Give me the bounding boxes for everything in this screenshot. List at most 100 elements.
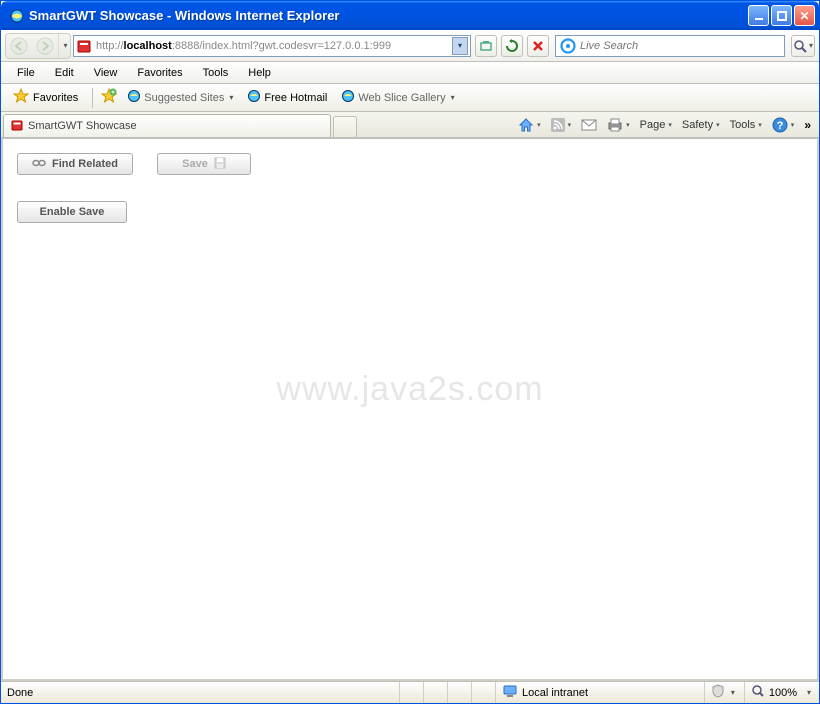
tab-bar: SmartGWT Showcase ▾ ▾ ▾ Page ▾: [1, 112, 819, 138]
find-related-label: Find Related: [52, 158, 118, 170]
address-bar[interactable]: http://localhost:8888/index.html?gwt.cod…: [73, 35, 471, 57]
tools-menu[interactable]: Tools ▾: [726, 119, 766, 131]
url-path: :8888/index.html?gwt.codesvr=127.0.0.1:9…: [172, 40, 391, 52]
nav-history-dropdown[interactable]: ▾: [58, 34, 70, 58]
protected-mode[interactable]: ▾: [704, 682, 744, 703]
watermark-text: www.java2s.com: [276, 370, 543, 409]
forward-button[interactable]: [32, 34, 58, 58]
zoom-control[interactable]: 100% ▾: [744, 682, 819, 703]
status-pad-1: [399, 682, 423, 703]
suggested-sites-link[interactable]: Suggested Sites ▾: [123, 87, 237, 108]
chevron-down-icon: ▾: [791, 121, 795, 129]
compat-view-button[interactable]: [475, 35, 497, 57]
menu-help[interactable]: Help: [240, 65, 279, 81]
bing-icon: [560, 38, 576, 54]
menu-favorites[interactable]: Favorites: [129, 65, 190, 81]
zoom-icon: [751, 684, 765, 701]
help-button[interactable]: ? ▾: [768, 117, 799, 133]
page-favicon-icon: [76, 38, 92, 54]
favorites-label: Favorites: [33, 92, 78, 104]
home-button[interactable]: ▾: [514, 117, 545, 133]
status-pad-2: [423, 682, 447, 703]
minimize-button[interactable]: [748, 5, 769, 26]
save-button[interactable]: Save: [157, 153, 251, 175]
search-box[interactable]: [555, 35, 785, 57]
menu-tools[interactable]: Tools: [195, 65, 237, 81]
zoom-value: 100%: [769, 687, 797, 699]
search-input[interactable]: [580, 40, 780, 52]
ie-logo-icon: [9, 8, 25, 24]
status-bar: Done Local intranet ▾ 100% ▾: [1, 681, 819, 703]
chevron-down-icon: ▾: [731, 688, 735, 697]
chevron-down-icon: ▾: [537, 121, 541, 129]
enable-save-label: Enable Save: [40, 206, 105, 218]
save-label: Save: [182, 158, 208, 170]
chevron-down-icon: ▾: [229, 93, 233, 102]
menu-view[interactable]: View: [86, 65, 126, 81]
computer-icon: [502, 684, 518, 701]
status-text: Done: [1, 682, 399, 703]
toolbar-overflow-button[interactable]: »: [800, 118, 815, 132]
new-tab-button[interactable]: [333, 116, 357, 137]
ie-page-icon: [341, 89, 355, 106]
status-done-label: Done: [7, 687, 33, 699]
ie-page-icon: [127, 89, 141, 106]
enable-save-button[interactable]: Enable Save: [17, 201, 127, 223]
read-mail-button[interactable]: [577, 119, 601, 131]
chevron-down-icon: ▾: [451, 93, 455, 102]
navigation-toolbar: ▾ http://localhost:8888/index.html?gwt.c…: [1, 30, 819, 62]
address-url: http://localhost:8888/index.html?gwt.cod…: [96, 40, 452, 52]
favorites-bar: Favorites Suggested Sites ▾ Free Hotmail…: [1, 84, 819, 112]
url-scheme: http://: [96, 40, 124, 52]
page-menu[interactable]: Page ▾: [636, 119, 676, 131]
nav-arrows-group: ▾: [5, 33, 71, 59]
security-zone[interactable]: Local intranet: [495, 682, 704, 703]
suggested-sites-label: Suggested Sites: [144, 92, 224, 104]
save-disk-icon: [214, 157, 226, 172]
maximize-button[interactable]: [771, 5, 792, 26]
print-button[interactable]: ▾: [603, 118, 634, 132]
separator: [92, 88, 93, 108]
find-related-button[interactable]: Find Related: [17, 153, 133, 175]
chevron-down-icon: ▾: [668, 121, 672, 129]
tab-favicon-icon: [10, 118, 24, 135]
star-icon: [13, 88, 29, 107]
tab-active[interactable]: SmartGWT Showcase: [3, 114, 331, 137]
web-slice-label: Web Slice Gallery: [358, 92, 445, 104]
safety-menu[interactable]: Safety ▾: [678, 119, 724, 131]
feeds-button[interactable]: ▾: [547, 118, 576, 132]
refresh-button[interactable]: [501, 35, 523, 57]
titlebar: SmartGWT Showcase - Windows Internet Exp…: [1, 1, 819, 30]
chevron-down-icon: ▾: [568, 121, 572, 129]
add-favorite-icon[interactable]: [101, 88, 117, 107]
stop-button[interactable]: [527, 35, 549, 57]
status-pad-3: [447, 682, 471, 703]
address-dropdown[interactable]: ▾: [452, 37, 468, 55]
menubar: File Edit View Favorites Tools Help: [1, 62, 819, 84]
link-icon: [32, 158, 46, 171]
status-pad-4: [471, 682, 495, 703]
web-slice-link[interactable]: Web Slice Gallery ▾: [337, 87, 458, 108]
chevron-down-icon: ▾: [626, 121, 630, 129]
favorites-button[interactable]: Favorites: [7, 86, 84, 109]
window-title: SmartGWT Showcase - Windows Internet Exp…: [29, 8, 748, 23]
chevron-down-icon: ▾: [758, 121, 762, 129]
menu-file[interactable]: File: [9, 65, 43, 81]
shield-icon: [711, 684, 725, 701]
url-host: localhost: [124, 40, 172, 52]
chevron-down-icon: ▾: [716, 121, 720, 129]
svg-text:?: ?: [776, 120, 783, 132]
page-label: Page: [640, 119, 666, 131]
close-button[interactable]: ✕: [794, 5, 815, 26]
browser-window: SmartGWT Showcase - Windows Internet Exp…: [0, 0, 820, 704]
back-button[interactable]: [6, 34, 32, 58]
window-controls: ✕: [748, 5, 815, 26]
free-hotmail-link[interactable]: Free Hotmail: [243, 87, 331, 108]
tab-title: SmartGWT Showcase: [28, 120, 137, 132]
ie-page-icon: [247, 89, 261, 106]
menu-edit[interactable]: Edit: [47, 65, 82, 81]
search-go-button[interactable]: ▾: [791, 35, 815, 57]
chevron-down-icon: ▾: [807, 688, 811, 697]
tools-label: Tools: [730, 119, 756, 131]
zone-label: Local intranet: [522, 687, 588, 699]
